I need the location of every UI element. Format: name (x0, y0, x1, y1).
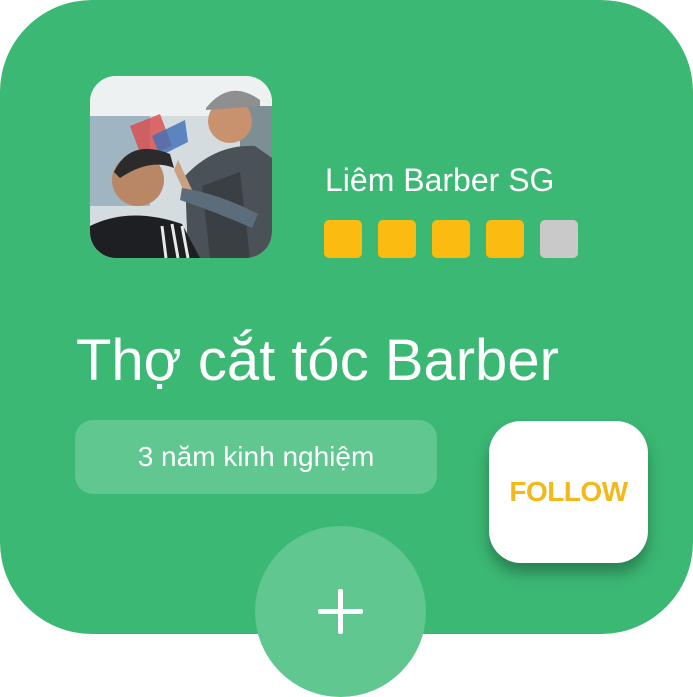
barber-photo (90, 76, 272, 258)
rating-star-filled (378, 220, 416, 258)
plus-icon (318, 589, 363, 634)
follow-button[interactable]: FOLLOW (489, 421, 648, 563)
barber-photo-image (90, 76, 272, 258)
job-title: Thợ cắt tóc Barber (76, 328, 559, 393)
rating-star-filled (432, 220, 470, 258)
rating-star-filled (324, 220, 362, 258)
experience-badge: 3 năm kinh nghiệm (75, 420, 437, 494)
add-button[interactable] (255, 526, 426, 697)
barber-name: Liêm Barber SG (325, 162, 555, 198)
rating-star-filled (486, 220, 524, 258)
rating-star-empty (540, 220, 578, 258)
